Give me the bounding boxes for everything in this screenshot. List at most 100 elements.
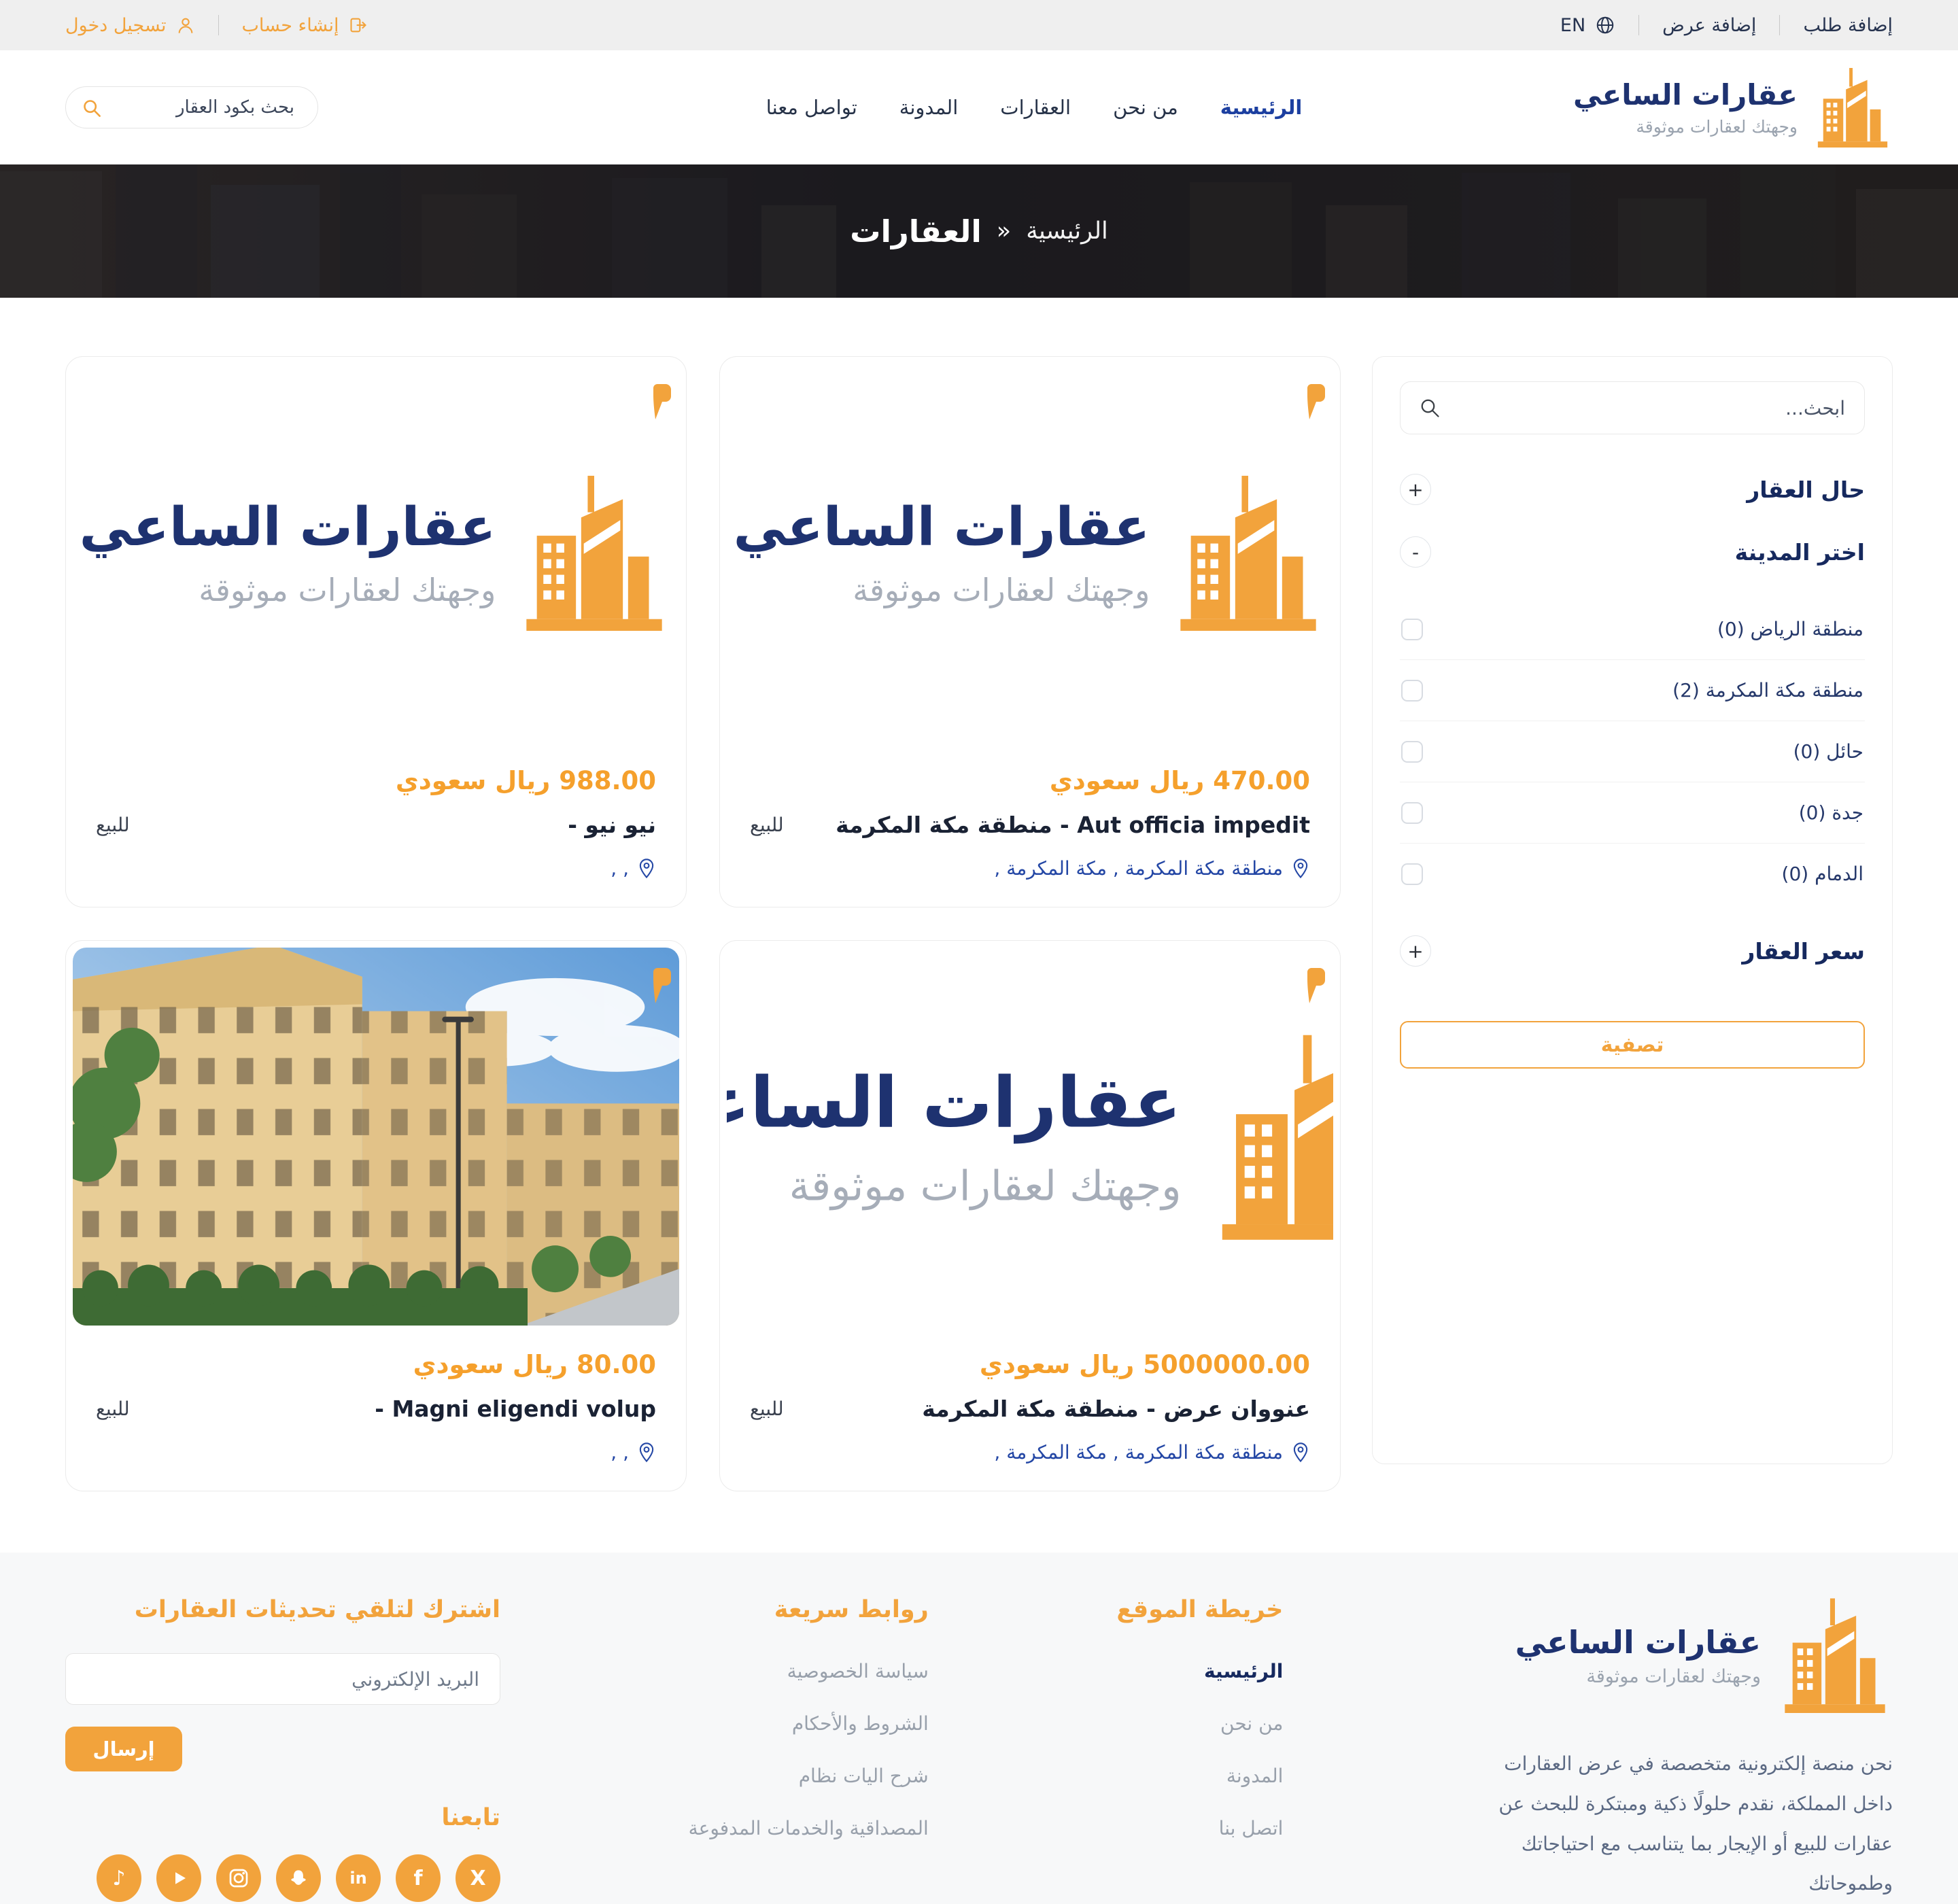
filter-search-input[interactable] <box>1401 382 1864 434</box>
social-links: X f in ♪ <box>65 1854 500 1902</box>
city-checkbox[interactable] <box>1401 863 1423 885</box>
property-title[interactable]: Aut officia impedit - منطقة مكة المكرمة <box>836 812 1310 838</box>
logo-text: عقارات الساعي وجهتك لعقارات موثوقة <box>1515 1624 1761 1687</box>
login-link[interactable]: تسجيل دخول <box>65 15 195 36</box>
property-price: 80.00 ريال سعودي <box>96 1350 656 1379</box>
x-icon[interactable]: X <box>456 1854 500 1902</box>
expand-icon[interactable]: + <box>1400 474 1431 505</box>
filter-search <box>1400 381 1865 434</box>
city-checkbox[interactable] <box>1401 680 1423 702</box>
property-price: 470.00 ريال سعودي <box>750 766 1310 795</box>
breadcrumb-separator: « <box>997 218 1011 245</box>
nav-home[interactable]: الرئيسية <box>1220 96 1303 119</box>
divider <box>218 15 219 35</box>
add-offer-link[interactable]: إضافة عرض <box>1662 15 1756 36</box>
property-code-search <box>65 86 318 128</box>
property-location: , , <box>96 1441 656 1464</box>
footer-link-terms[interactable]: الشروط والأحكام <box>689 1712 929 1735</box>
footer-link-system[interactable]: شرح اليات نظام <box>689 1765 929 1787</box>
footer: عقارات الساعي وجهتك لعقارات موثوقة نحن م… <box>0 1553 1958 1904</box>
facebook-icon[interactable]: f <box>396 1854 441 1902</box>
register-label: إنشاء حساب <box>242 15 339 36</box>
search-icon <box>82 99 101 118</box>
snapchat-icon[interactable] <box>276 1854 321 1902</box>
city-label: الدمام (0) <box>1782 863 1863 885</box>
footer-link-contact[interactable]: اتصل بنا <box>1116 1817 1283 1839</box>
instagram-icon[interactable] <box>216 1854 261 1902</box>
email-field[interactable] <box>65 1653 500 1705</box>
property-card-body: 5000000.00 ريال سعودي عنووان عرض - منطقة… <box>720 1332 1340 1491</box>
property-location: منطقة مكة المكرمة , مكة المكرمة , <box>750 1441 1310 1464</box>
property-title[interactable]: عنووان عرض - منطقة مكة المكرمة <box>922 1396 1310 1422</box>
status-badge: للبيع <box>750 1398 784 1420</box>
brand-tagline: وجهتك لعقارات موثوقة <box>80 572 496 608</box>
main-content: حال العقار + اختر المدينة - منطقة الرياض… <box>0 298 1958 1553</box>
property-card[interactable]: 80.00 ريال سعودي Magni eligendi volup - … <box>65 940 687 1491</box>
register-link[interactable]: إنشاء حساب <box>242 15 368 36</box>
property-code-input[interactable] <box>66 87 317 128</box>
sitemap-title: خريطة الموقع <box>1116 1596 1283 1623</box>
nav-properties[interactable]: العقارات <box>1000 96 1071 119</box>
property-price: 5000000.00 ريال سعودي <box>750 1350 1310 1379</box>
location-text: منطقة مكة المكرمة , مكة المكرمة , <box>994 1441 1283 1464</box>
site-logo[interactable]: عقارات الساعي وجهتك لعقارات موثوقة <box>1573 66 1893 149</box>
city-option: الدمام (0) <box>1400 844 1865 904</box>
divider <box>1638 15 1639 35</box>
footer-link-home[interactable]: الرئيسية <box>1116 1660 1283 1682</box>
logo-text: عقارات الساعي وجهتك لعقارات موثوقة <box>1573 78 1798 137</box>
bookmark-ribbon-icon <box>651 384 671 422</box>
city-label: منطقة مكة المكرمة (2) <box>1672 679 1863 702</box>
footer-link-about[interactable]: من نحن <box>1116 1712 1283 1735</box>
add-offer-label: إضافة عرض <box>1662 15 1756 36</box>
filter-sidebar: حال العقار + اختر المدينة - منطقة الرياض… <box>1372 356 1893 1464</box>
logo-building-icon <box>1208 1032 1333 1242</box>
filter-section-status: حال العقار + <box>1400 474 1865 505</box>
nav-about[interactable]: من نحن <box>1113 96 1178 119</box>
linkedin-icon[interactable]: in <box>336 1854 381 1902</box>
language-switcher[interactable]: EN <box>1560 15 1615 36</box>
location-pin-icon <box>1291 1442 1310 1464</box>
youtube-play-glyph <box>169 1868 189 1888</box>
breadcrumb-home[interactable]: الرئيسية <box>1026 218 1108 245</box>
property-card[interactable]: عقارات الساعي وجهتك لعقارات موثوقة 470.0… <box>719 356 1341 907</box>
filter-section-title: حال العقار <box>1747 477 1865 503</box>
footer-about-text: نحن منصة إلكترونية متخصصة في عرض العقارا… <box>1471 1744 1893 1904</box>
city-checkbox[interactable] <box>1401 619 1423 640</box>
logo-building-icon <box>1170 473 1326 632</box>
placeholder-logo: عقارات الساعي وجهتك لعقارات موثوقة <box>734 473 1327 632</box>
property-card-body: 988.00 ريال سعودي نيو نيو - للبيع , , <box>66 748 686 907</box>
footer-link-credibility[interactable]: المصداقية والخدمات المدفوعة <box>689 1817 929 1839</box>
footer-subscribe-column: اشترك لتلقي تحديثات العقارات إرسال تابعن… <box>65 1596 500 1902</box>
property-image-placeholder: عقارات الساعي وجهتك لعقارات موثوقة <box>727 364 1333 742</box>
login-label: تسجيل دخول <box>65 15 167 36</box>
nav-blog[interactable]: المدونة <box>899 96 959 119</box>
add-request-link[interactable]: إضافة طلب <box>1803 15 1893 36</box>
brand-name: عقارات الساعي <box>80 497 496 558</box>
footer-link-blog[interactable]: المدونة <box>1116 1765 1283 1787</box>
youtube-icon[interactable] <box>156 1854 201 1902</box>
apply-filters-button[interactable]: تصفية <box>1400 1021 1865 1069</box>
nav-contact[interactable]: تواصل معنا <box>766 96 857 119</box>
logo-building-icon <box>516 473 672 632</box>
property-card[interactable]: عقارات الساعي وجهتك لعقارات موثوقة 50000… <box>719 940 1341 1491</box>
property-title[interactable]: Magni eligendi volup - <box>375 1396 656 1422</box>
tiktok-icon[interactable]: ♪ <box>97 1854 141 1902</box>
quicklinks-title: روابط سريعة <box>689 1596 929 1623</box>
footer-link-privacy[interactable]: سياسة الخصوصية <box>689 1660 929 1682</box>
status-badge: للبيع <box>750 814 784 836</box>
location-text: , , <box>611 1441 629 1464</box>
brand-tagline: وجهتك لعقارات موثوقة <box>1573 117 1798 137</box>
city-checkbox[interactable] <box>1401 741 1423 763</box>
property-image-placeholder: عقارات الساعي وجهتك لعقارات موثوقة <box>727 948 1333 1326</box>
expand-icon[interactable]: + <box>1400 935 1431 967</box>
location-text: منطقة مكة المكرمة , مكة المكرمة , <box>994 857 1283 880</box>
collapse-icon[interactable]: - <box>1400 536 1431 568</box>
subscribe-submit-button[interactable]: إرسال <box>65 1727 182 1771</box>
city-checkbox[interactable] <box>1401 802 1423 824</box>
city-label: منطقة الرياض (0) <box>1717 618 1863 640</box>
bookmark-ribbon-icon <box>1305 384 1325 422</box>
property-title[interactable]: نيو نيو - <box>568 812 656 838</box>
property-card[interactable]: عقارات الساعي وجهتك لعقارات موثوقة 988.0… <box>65 356 687 907</box>
city-option: حائل (0) <box>1400 721 1865 782</box>
topbar: إضافة طلب إضافة عرض EN إنشاء حساب <box>0 0 1958 50</box>
